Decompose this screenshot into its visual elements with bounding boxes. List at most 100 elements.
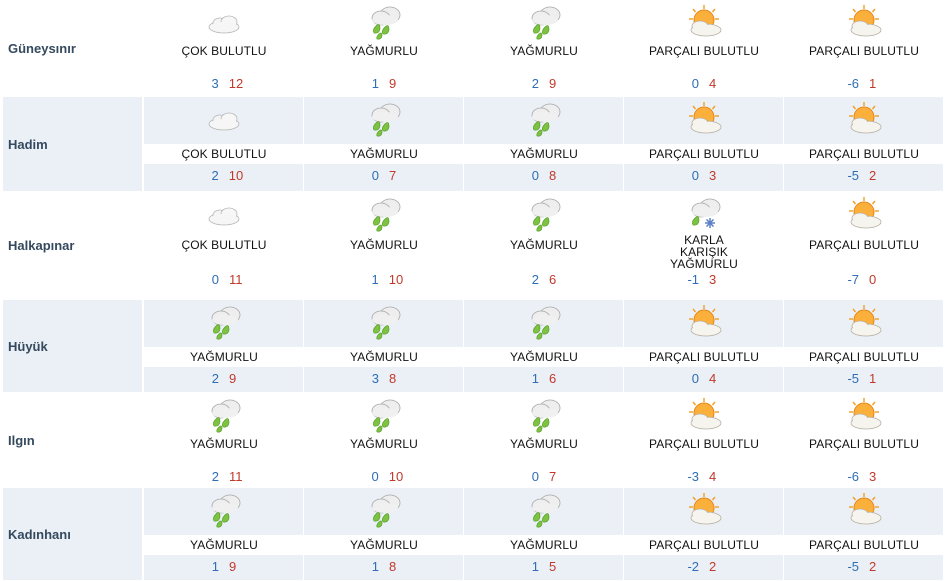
forecast-cell: YAĞMURLU 0 7 xyxy=(304,97,464,191)
condition-label: YAĞMURLU xyxy=(350,437,418,451)
max-temperature: 2 xyxy=(869,559,877,574)
temperature-range: 15 xyxy=(464,559,624,574)
table-row: Güneysınır ÇOK BULUTLU 3 12 YAĞMURLU 1 9 YAĞ… xyxy=(3,0,943,97)
min-temperature: -1 xyxy=(687,272,699,287)
min-temperature: -6 xyxy=(847,469,859,484)
condition-label: YAĞMURLU xyxy=(350,44,418,58)
rain-icon xyxy=(364,302,404,342)
rain-icon xyxy=(204,490,244,530)
condition-label: PARÇALI BULUTLU xyxy=(649,437,759,451)
temperature-range: -5 1 xyxy=(784,371,944,386)
temperature-range: 26 xyxy=(464,272,624,287)
max-temperature: 7 xyxy=(549,469,557,484)
forecast-cell: PARÇALI BULUTLU -5 2 xyxy=(784,488,944,580)
partly-cloudy-icon xyxy=(844,2,884,42)
partly-cloudy-icon xyxy=(684,99,724,139)
city-name[interactable]: Güneysınır xyxy=(3,0,142,96)
min-temperature: 2 xyxy=(211,371,219,386)
min-temperature: 2 xyxy=(211,168,219,183)
day-cells: ÇOK BULUTLU 0 11 YAĞMURLU 1 10 YAĞMURLU 2 6 KA… xyxy=(144,192,943,299)
partly-cloudy-icon xyxy=(844,302,884,342)
table-row: Kadınhanı YAĞMURLU 1 9 YAĞMURLU 1 8 YAĞMURLU… xyxy=(3,488,944,581)
condition-label: YAĞMURLU xyxy=(190,437,258,451)
max-temperature: 9 xyxy=(389,76,397,91)
min-temperature: 1 xyxy=(211,559,219,574)
max-temperature: 4 xyxy=(709,371,717,386)
city-name[interactable]: Hadim xyxy=(3,97,142,191)
city-name[interactable]: Halkapınar xyxy=(3,192,142,299)
condition-label: YAĞMURLU xyxy=(144,347,304,367)
min-temperature: -5 xyxy=(847,371,859,386)
city-name[interactable]: Kadınhanı xyxy=(3,488,142,580)
temperature-range: 16 xyxy=(464,371,624,386)
condition-label: KARLA KARIŞIK YAĞMURLU xyxy=(670,233,738,271)
min-temperature: 0 xyxy=(211,272,219,287)
condition-label: YAĞMURLU xyxy=(304,535,464,555)
rain-icon xyxy=(364,490,404,530)
partly-cloudy-icon xyxy=(844,395,884,435)
forecast-cell: PARÇALI BULUTLU 0 4 xyxy=(624,0,784,96)
temperature-range: -5 2 xyxy=(784,559,944,574)
condition-label: PARÇALI BULUTLU xyxy=(809,44,919,58)
min-temperature: 0 xyxy=(691,371,699,386)
partly-cloudy-icon xyxy=(684,490,724,530)
condition-label: YAĞMURLU xyxy=(144,535,304,555)
min-temperature: 1 xyxy=(371,559,379,574)
rain-icon xyxy=(364,2,404,42)
max-temperature: 8 xyxy=(389,371,397,386)
max-temperature: 0 xyxy=(869,272,877,287)
city-name[interactable]: Hüyük xyxy=(3,300,142,392)
temperature-range: 29 xyxy=(464,76,624,91)
max-temperature: 11 xyxy=(229,272,243,287)
rain-icon xyxy=(204,395,244,435)
condition-label: YAĞMURLU xyxy=(464,144,624,164)
table-row: Hadim ÇOK BULUTLU 2 10 YAĞMURLU 0 7 YAĞMURLU… xyxy=(3,97,944,192)
condition-label: PARÇALI BULUTLU xyxy=(809,437,919,451)
city-name[interactable]: Ilgın xyxy=(3,393,142,487)
forecast-cell: YAĞMURLU 2 9 xyxy=(142,300,304,392)
sleet-icon xyxy=(684,194,724,234)
temperature-range: 07 xyxy=(464,469,624,484)
table-row: Ilgın YAĞMURLU 2 11 YAĞMURLU 0 10 YAĞMURLU 0 7 xyxy=(3,393,943,488)
forecast-cell: ÇOK BULUTLU 2 10 xyxy=(142,97,304,191)
min-temperature: 3 xyxy=(371,371,379,386)
rain-icon xyxy=(364,99,404,139)
day-cells: YAĞMURLU 1 9 YAĞMURLU 1 8 YAĞMURLU 1 5 PARÇALI… xyxy=(142,488,944,580)
min-temperature: 3 xyxy=(211,76,219,91)
temperature-range: -7 0 xyxy=(784,272,944,287)
forecast-cell: PARÇALI BULUTLU 0 4 xyxy=(624,300,784,392)
forecast-cell: YAĞMURLU 1 6 xyxy=(464,300,624,392)
temperature-range: -5 2 xyxy=(784,168,944,183)
forecast-cell: YAĞMURLU 1 10 xyxy=(304,192,464,299)
partly-cloudy-icon xyxy=(844,194,884,234)
forecast-cell: YAĞMURLU 2 6 xyxy=(464,192,624,299)
min-temperature: 0 xyxy=(531,168,539,183)
condition-label: YAĞMURLU xyxy=(304,144,464,164)
temperature-range: -3 4 xyxy=(624,469,784,484)
forecast-cell: YAĞMURLU 0 7 xyxy=(464,393,624,487)
partly-cloudy-icon xyxy=(684,2,724,42)
max-temperature: 11 xyxy=(229,469,243,484)
max-temperature: 10 xyxy=(388,469,404,484)
max-temperature: 9 xyxy=(549,76,557,91)
partly-cloudy-icon xyxy=(844,490,884,530)
temperature-range: -1 3 xyxy=(624,272,784,287)
condition-label: YAĞMURLU xyxy=(350,238,418,252)
forecast-cell: YAĞMURLU 0 10 xyxy=(304,393,464,487)
temperature-range: -6 1 xyxy=(784,76,944,91)
rain-icon xyxy=(364,395,404,435)
min-temperature: -6 xyxy=(847,76,859,91)
partly-cloudy-icon xyxy=(684,302,724,342)
condition-label: YAĞMURLU xyxy=(464,347,624,367)
max-temperature: 9 xyxy=(229,371,237,386)
min-temperature: 1 xyxy=(371,76,379,91)
forecast-cell: KARLA KARIŞIK YAĞMURLU -1 3 xyxy=(624,192,784,299)
cloudy-icon xyxy=(204,194,244,234)
max-temperature: 4 xyxy=(709,76,717,91)
forecast-cell: ÇOK BULUTLU 0 11 xyxy=(144,192,304,299)
max-temperature: 7 xyxy=(389,168,397,183)
forecast-cell: PARÇALI BULUTLU -2 2 xyxy=(624,488,784,580)
condition-label: ÇOK BULUTLU xyxy=(181,44,267,58)
max-temperature: 6 xyxy=(549,272,557,287)
temperature-range: 07 xyxy=(304,168,464,183)
